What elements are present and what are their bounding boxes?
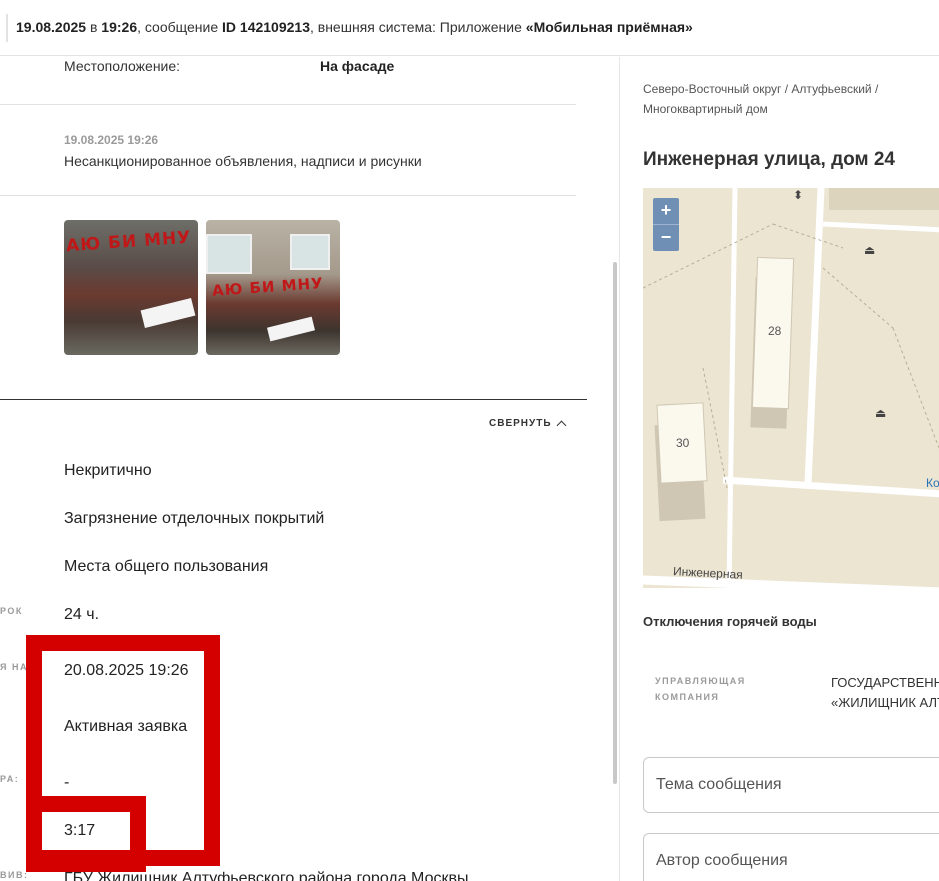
deadline-value: 24 ч.: [64, 606, 100, 623]
zoom-in-button[interactable]: +: [653, 198, 679, 224]
highlight-box: [26, 796, 146, 872]
header-message-id: ID 142109213: [222, 19, 310, 35]
subject-input[interactable]: [644, 758, 939, 812]
photo-debris: [266, 316, 316, 342]
map-path: [772, 223, 844, 249]
map-edge-label: Ко: [926, 476, 939, 490]
mc-label-line: КОМПАНИЯ: [655, 692, 720, 702]
map[interactable]: + − 28 30 ⬍ ⏏ ⏏ Ко Инженерная: [643, 188, 939, 588]
message-date: 19.08.2025 19:26: [64, 133, 159, 147]
map-road: [726, 188, 738, 588]
deadline-label: РОК: [0, 606, 23, 616]
header-summary: 19.08.2025 в 19:26, сообщение ID 1421092…: [16, 19, 693, 35]
map-path: [892, 327, 939, 449]
collapse-button[interactable]: СВЕРНУТЬ: [489, 418, 566, 431]
map-block: [829, 188, 939, 210]
location-value: На фасаде: [320, 58, 395, 74]
zoom-out-button[interactable]: −: [653, 225, 679, 251]
photo-window: [290, 234, 330, 270]
address-sidebar: Северо-Восточный округ / Алтуфьевский / …: [620, 57, 939, 881]
mc-label-line: УПРАВЛЯЮЩАЯ: [655, 676, 746, 686]
photo-graffiti-text: АЮ БИ МНУ: [211, 274, 325, 300]
priority-value: Некритично: [64, 462, 152, 479]
scrollbar-thumb[interactable]: [613, 262, 617, 784]
map-path: [822, 267, 894, 329]
subject-field[interactable]: [643, 757, 939, 813]
building-number: 30: [676, 436, 690, 450]
request-details-pane[interactable]: Местоположение: На фасаде 19.08.2025 19:…: [0, 57, 590, 881]
header-accent-bar: [6, 14, 8, 42]
mc-value-line: ГОСУДАРСТВЕНН: [831, 675, 939, 690]
management-company-label: УПРАВЛЯЮЩАЯ КОМПАНИЯ: [655, 673, 746, 705]
chevron-up-icon: [556, 420, 566, 431]
header-time: 19:26: [101, 19, 138, 35]
mc-value-line: «ЖИЛИЩНИК АЛТ: [831, 695, 939, 710]
map-zoom-control: + −: [653, 198, 679, 251]
map-marker-icon: ⏏: [864, 243, 876, 257]
map-marker-icon: ⏏: [875, 406, 887, 420]
address-title: Инженерная улица, дом 24: [643, 149, 895, 170]
due-date-label: Я НА: [0, 662, 28, 672]
photo-graffiti-text: АЮ БИ МНУ: [65, 227, 192, 257]
photo-debris: [140, 297, 196, 329]
location-label: Местоположение:: [64, 58, 181, 74]
header-system-prefix: , внешняя система: Приложение: [309, 19, 526, 35]
page-header: 19.08.2025 в 19:26, сообщение ID 1421092…: [0, 0, 939, 56]
executor-label: ВИВ:: [0, 870, 29, 880]
breadcrumb: Северо-Восточный округ / Алтуфьевский / …: [643, 82, 879, 116]
map-road: [722, 476, 939, 498]
map-road: [643, 575, 939, 588]
map-road: [822, 221, 939, 233]
management-company-value: ГОСУДАРСТВЕНН «ЖИЛИЩНИК АЛТ: [831, 673, 939, 713]
map-road: [804, 188, 825, 485]
field-label: РА:: [0, 774, 20, 784]
message-text: Несанкционированное объявления, надписи …: [64, 153, 422, 169]
building-number: 28: [768, 324, 782, 338]
photo-window: [206, 234, 252, 274]
location-type-value: Места общего пользования: [64, 558, 269, 575]
problem-type-value: Загрязнение отделочных покрытий: [64, 510, 325, 527]
header-system-name: «Мобильная приёмная»: [525, 19, 693, 35]
map-marker-icon: ⬍: [793, 188, 804, 202]
header-date: 19.08.2025: [16, 19, 87, 35]
header-message-prefix: , сообщение: [137, 19, 223, 35]
divider: [0, 104, 576, 105]
hot-water-outages-title: Отключения горячей воды: [643, 614, 817, 629]
collapse-label: СВЕРНУТЬ: [489, 418, 552, 429]
map-canvas: [643, 188, 939, 588]
section-divider: [0, 399, 587, 400]
divider: [0, 195, 576, 196]
author-input[interactable]: [644, 834, 939, 881]
header-at-word: в: [86, 19, 102, 35]
photo-thumbnail-2[interactable]: АЮ БИ МНУ: [206, 220, 340, 355]
author-field[interactable]: [643, 833, 939, 881]
photo-thumbnail-1[interactable]: АЮ БИ МНУ: [64, 220, 198, 355]
